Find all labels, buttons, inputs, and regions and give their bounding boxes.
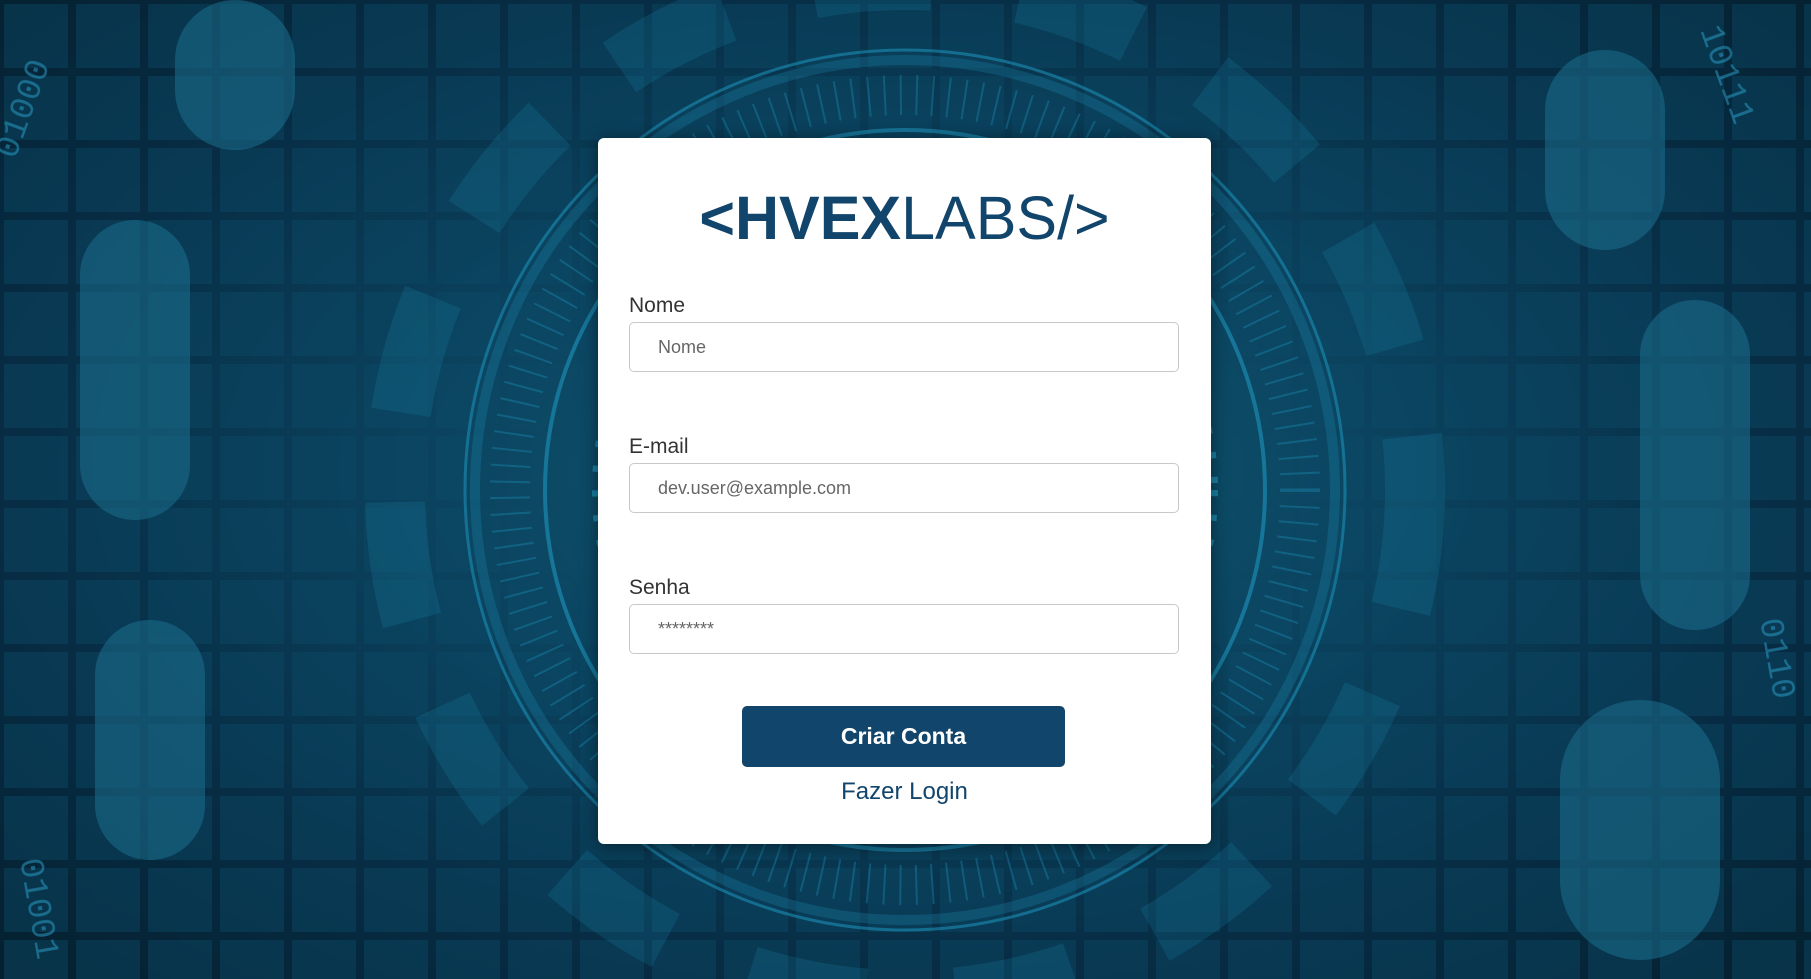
email-input[interactable] — [629, 463, 1179, 513]
brand-prefix: < — [699, 184, 735, 252]
brand-logo: <HVEXLABS/> — [598, 183, 1211, 253]
name-input[interactable] — [629, 322, 1179, 372]
brand-bold: HVEX — [734, 184, 902, 252]
name-label: Nome — [629, 294, 686, 317]
password-label: Senha — [629, 576, 690, 599]
signup-card: <HVEXLABS/> Nome E-mail Senha Criar Cont… — [598, 138, 1211, 844]
login-link[interactable]: Fazer Login — [598, 778, 1211, 806]
email-label: E-mail — [629, 435, 689, 458]
brand-light: LABS/> — [901, 184, 1110, 252]
create-account-button[interactable]: Criar Conta — [742, 706, 1065, 767]
password-input[interactable] — [629, 604, 1179, 654]
